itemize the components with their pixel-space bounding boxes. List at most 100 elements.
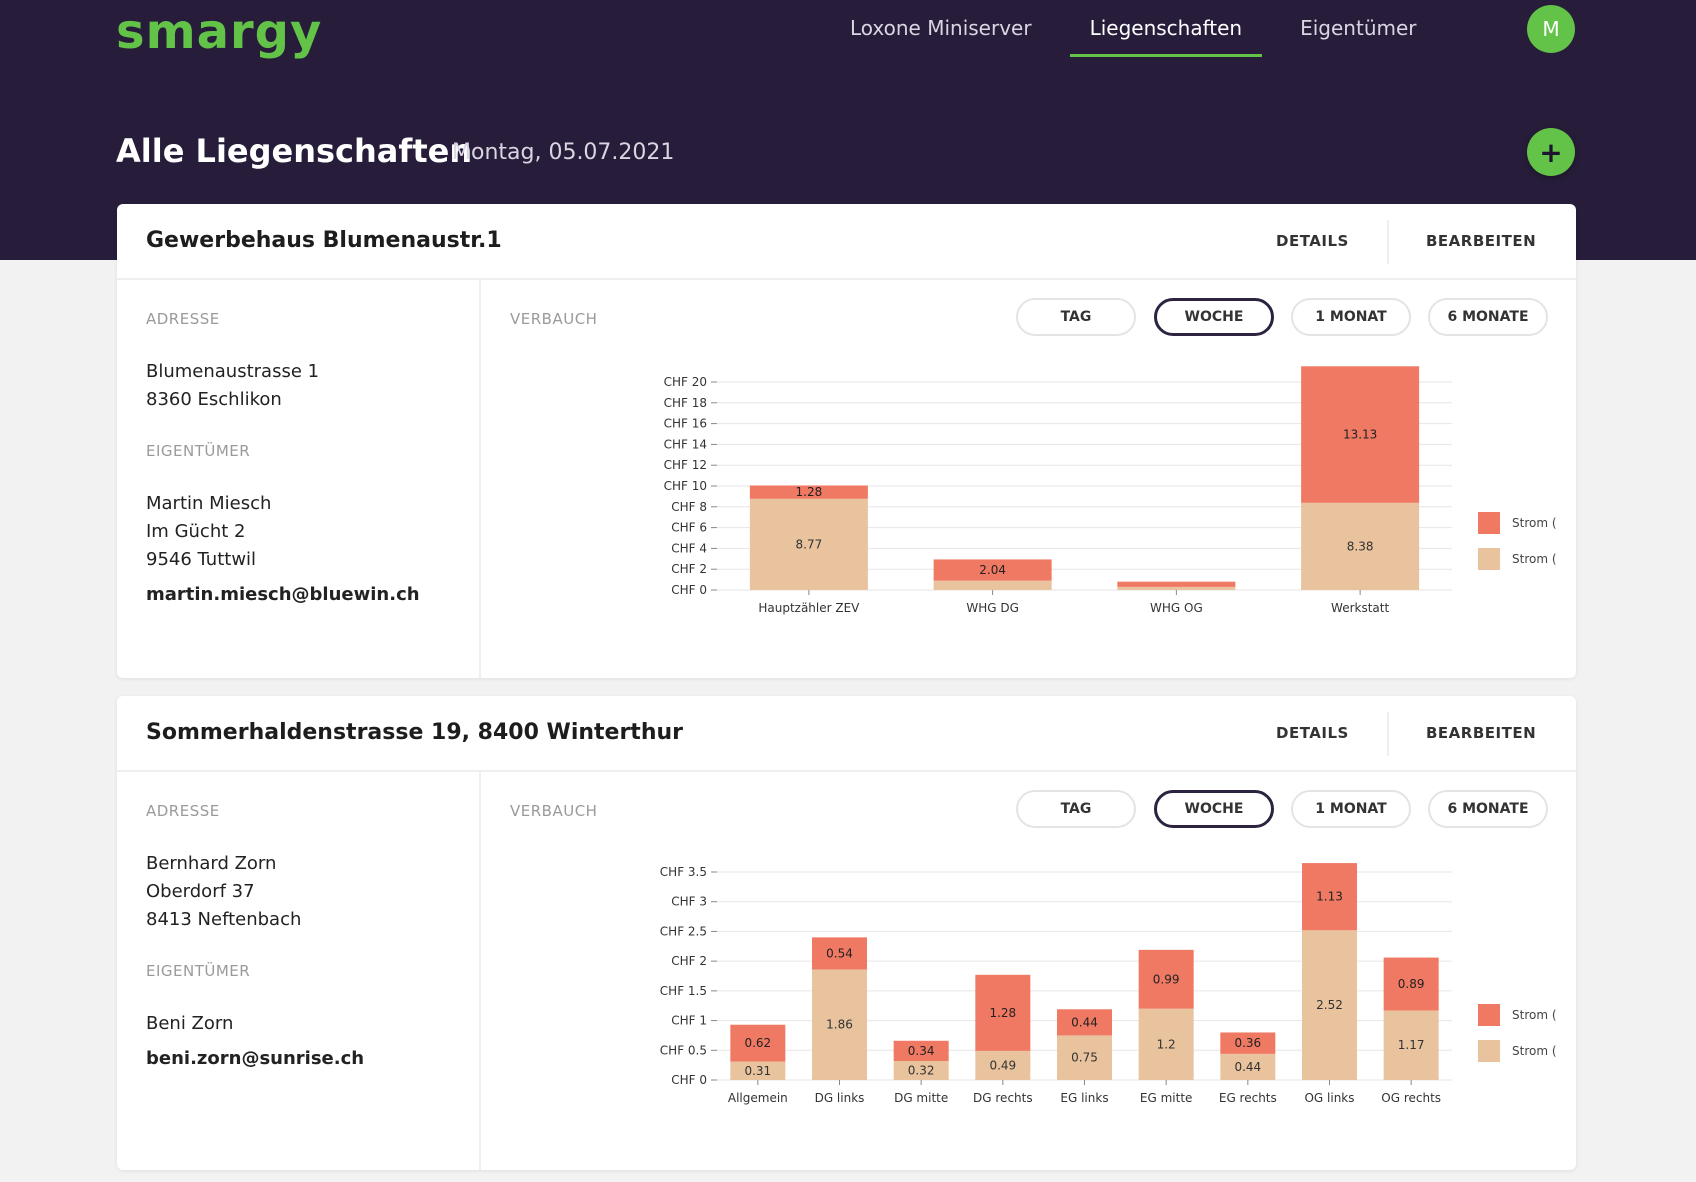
x-tick-label: DG links <box>815 1091 865 1105</box>
card-body: ADRESSE Blumenaustrasse 1 8360 Eschlikon… <box>117 280 1576 678</box>
x-tick-label: EG links <box>1060 1091 1108 1105</box>
page-title: Alle Liegenschaften <box>116 132 473 170</box>
address-label: ADRESSE <box>146 310 220 328</box>
bar-value-label: 0.44 <box>1071 1015 1098 1029</box>
x-tick-label: EG rechts <box>1219 1091 1277 1105</box>
card-title: Gewerbehaus Blumenaustr.1 <box>146 228 502 253</box>
legend-swatch <box>1478 1004 1500 1026</box>
y-tick-label: CHF 18 <box>664 396 707 410</box>
y-tick-label: CHF 1.5 <box>660 984 707 998</box>
info-column: ADRESSE Blumenaustrasse 1 8360 Eschlikon… <box>117 280 481 678</box>
y-tick-label: CHF 20 <box>664 375 707 389</box>
x-tick-label: DG mitte <box>894 1091 948 1105</box>
bar-strom-h[interactable] <box>1117 586 1236 590</box>
y-tick-label: CHF 2 <box>671 954 707 968</box>
property-card: Gewerbehaus Blumenaustr.1 DETAILS BEARBE… <box>117 204 1576 678</box>
owner-email[interactable]: martin.miesch@bluewin.ch <box>146 584 420 605</box>
address-line: Oberdorf 37 <box>146 881 255 902</box>
bar-strom-n[interactable] <box>1117 581 1236 587</box>
details-button[interactable]: DETAILS <box>1276 724 1349 742</box>
main-nav: Loxone Miniserver Liegenschaften Eigentü… <box>830 16 1455 57</box>
bar-value-label: 1.2 <box>1157 1037 1176 1051</box>
owner-line: 9546 Tuttwil <box>146 549 257 570</box>
range-button-woche[interactable]: WOCHE <box>1154 790 1274 828</box>
range-button-6-monate[interactable]: 6 MONATE <box>1428 298 1548 336</box>
bar-value-label: 1.17 <box>1398 1038 1425 1052</box>
nav-item-loxone-miniserver[interactable]: Loxone Miniserver <box>830 16 1052 57</box>
legend-label: Strom (N) <box>1512 516 1557 530</box>
property-card: Sommerhaldenstrasse 19, 8400 Winterthur … <box>117 696 1576 1170</box>
consumption-chart: CHF 0 CHF 0.5 CHF 1 CHF 1.5 CHF 2 CHF 2.5 CHF … <box>660 863 1557 1105</box>
legend-swatch <box>1478 1040 1500 1062</box>
card-header: Sommerhaldenstrasse 19, 8400 Winterthur … <box>117 696 1576 772</box>
add-property-button[interactable]: + <box>1527 128 1575 176</box>
page-date: Montag, 05.07.2021 <box>452 140 675 165</box>
bar-value-label: 8.38 <box>1347 539 1374 553</box>
range-button-tag[interactable]: TAG <box>1016 298 1136 336</box>
bar-value-label: 1.86 <box>826 1018 853 1032</box>
smargy-logo[interactable]: smargy <box>116 4 322 60</box>
y-tick-label: CHF 0.5 <box>660 1043 707 1057</box>
owner-line: Martin Miesch <box>146 493 272 514</box>
y-tick-label: CHF 8 <box>671 500 707 514</box>
bar-value-label: 0.99 <box>1153 972 1180 986</box>
address-label: ADRESSE <box>146 802 220 820</box>
y-tick-label: CHF 3 <box>671 895 707 909</box>
bar-value-label: 2.52 <box>1316 998 1343 1012</box>
x-tick-label: Hauptzähler ZEV <box>758 601 860 615</box>
details-button[interactable]: DETAILS <box>1276 232 1349 250</box>
address-line: Blumenaustrasse 1 <box>146 361 320 382</box>
legend-label: Strom (H) <box>1512 552 1557 566</box>
address-line: 8413 Neftenbach <box>146 909 302 930</box>
legend-label: Strom (H) <box>1512 1044 1557 1058</box>
usage-label: VERBAUCH <box>510 802 598 820</box>
y-tick-label: CHF 2.5 <box>660 924 707 938</box>
x-tick-label: OG links <box>1304 1091 1354 1105</box>
nav-item-eigentuemer[interactable]: Eigentümer <box>1280 16 1436 57</box>
card-header: Gewerbehaus Blumenaustr.1 DETAILS BEARBE… <box>117 204 1576 280</box>
y-tick-label: CHF 16 <box>664 417 707 431</box>
legend-swatch <box>1478 512 1500 534</box>
owner-label: EIGENTÜMER <box>146 442 251 460</box>
range-button-1-monat[interactable]: 1 MONAT <box>1291 298 1411 336</box>
bar-value-label: 0.62 <box>744 1036 771 1050</box>
usage-label: VERBAUCH <box>510 310 598 328</box>
plus-icon: + <box>1539 135 1563 169</box>
bar-value-label: 0.31 <box>744 1064 771 1078</box>
range-button-tag[interactable]: TAG <box>1016 790 1136 828</box>
info-column: ADRESSE Bernhard Zorn Oberdorf 37 8413 N… <box>117 772 481 1170</box>
bar-strom-h[interactable] <box>933 580 1052 590</box>
y-tick-label: CHF 0 <box>671 583 707 597</box>
bar-value-label: 1.28 <box>989 1006 1016 1020</box>
header-divider <box>1387 712 1389 756</box>
y-tick-label: CHF 12 <box>664 458 707 472</box>
owner-line: Beni Zorn <box>146 1013 234 1034</box>
edit-button[interactable]: BEARBEITEN <box>1426 724 1536 742</box>
y-tick-label: CHF 0 <box>671 1073 707 1087</box>
user-avatar[interactable]: M <box>1527 5 1575 53</box>
bar-value-label: 0.34 <box>908 1044 935 1058</box>
range-button-1-monat[interactable]: 1 MONAT <box>1291 790 1411 828</box>
bar-value-label: 0.36 <box>1234 1036 1261 1050</box>
bar-value-label: 0.89 <box>1398 977 1425 991</box>
edit-button[interactable]: BEARBEITEN <box>1426 232 1536 250</box>
top-navigation-bar: smargy Loxone Miniserver Liegenschaften … <box>0 0 1696 64</box>
bar-value-label: 8.77 <box>796 537 823 551</box>
address-line: 8360 Eschlikon <box>146 389 282 410</box>
legend-swatch <box>1478 548 1500 570</box>
bar-value-label: 0.49 <box>989 1058 1016 1072</box>
bar-value-label: 0.54 <box>826 946 853 960</box>
owner-email[interactable]: beni.zorn@sunrise.ch <box>146 1048 364 1069</box>
y-tick-label: CHF 10 <box>664 479 707 493</box>
range-button-6-monate[interactable]: 6 MONATE <box>1428 790 1548 828</box>
card-title: Sommerhaldenstrasse 19, 8400 Winterthur <box>146 720 684 745</box>
x-tick-label: OG rechts <box>1381 1091 1441 1105</box>
y-tick-label: CHF 1 <box>671 1014 707 1028</box>
bar-value-label: 0.75 <box>1071 1051 1098 1065</box>
nav-item-liegenschaften[interactable]: Liegenschaften <box>1069 16 1263 57</box>
x-tick-label: Allgemein <box>728 1091 788 1105</box>
consumption-chart: CHF 0 CHF 2 CHF 4 CHF 6 CHF 8 CHF 10 CHF 12 CHF… <box>664 366 1557 615</box>
range-button-woche[interactable]: WOCHE <box>1154 298 1274 336</box>
x-tick-label: Werkstatt <box>1331 601 1389 615</box>
x-tick-label: WHG OG <box>1150 601 1203 615</box>
